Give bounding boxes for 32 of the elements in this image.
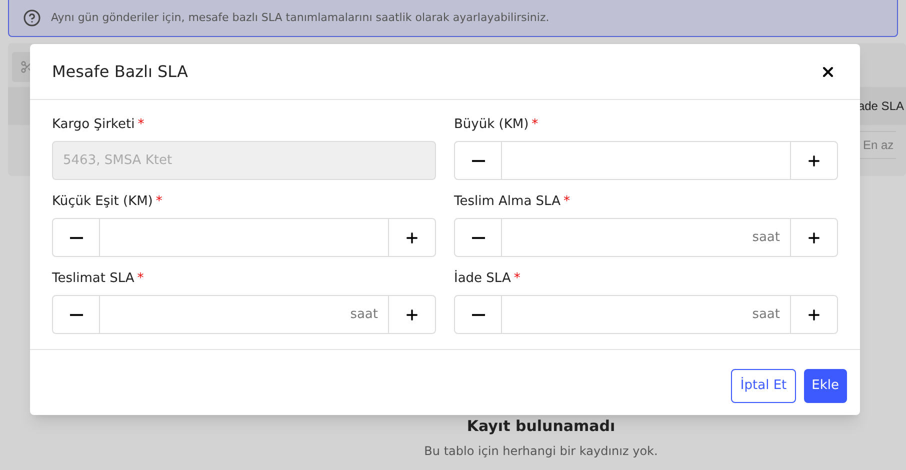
number-input[interactable]: saat: [502, 296, 790, 333]
cancel-button[interactable]: İptal Et: [731, 368, 796, 402]
required-mark: *: [156, 193, 162, 212]
number-input[interactable]: saat: [100, 296, 388, 333]
field-label: Büyük (KM): [454, 116, 529, 134]
required-mark: *: [532, 116, 538, 134]
empty-title: Kayıt bulunamadı: [466, 417, 616, 435]
number-input[interactable]: saat: [502, 219, 790, 256]
plus-icon: [404, 306, 420, 322]
required-mark: *: [138, 116, 144, 134]
add-button[interactable]: Ekle: [804, 368, 847, 402]
plus-icon: [806, 306, 822, 322]
required-mark: *: [137, 270, 144, 288]
minus-icon: [472, 160, 484, 162]
required-mark: *: [563, 193, 570, 212]
plus-icon: [404, 230, 420, 246]
field-label: Teslim Alma SLA: [454, 193, 560, 212]
field-label: Küçük Eşit (KM): [52, 193, 153, 212]
field-label: Teslimat SLA: [52, 270, 134, 288]
banner-text: Aynı gün gönderiler için, mesafe bazlı SLA tanımlamalarını saatlik olarak ayarlayabilirsiniz.: [51, 10, 550, 26]
plus-icon: [806, 152, 822, 168]
modal-title: Mesafe Bazlı SLA: [52, 60, 188, 82]
minus-icon: [70, 314, 82, 316]
minus-icon: [70, 236, 82, 238]
empty-text: Bu tablo için herhangi bir kaydınız yok.: [424, 443, 658, 460]
plus-icon: [806, 230, 822, 246]
help-icon: [23, 9, 41, 27]
field-label: Kargo Şirketi: [52, 116, 135, 134]
required-mark: *: [514, 270, 520, 288]
minus-icon: [472, 314, 484, 316]
minus-icon: [472, 236, 484, 238]
field-label: İade SLA: [454, 269, 511, 288]
